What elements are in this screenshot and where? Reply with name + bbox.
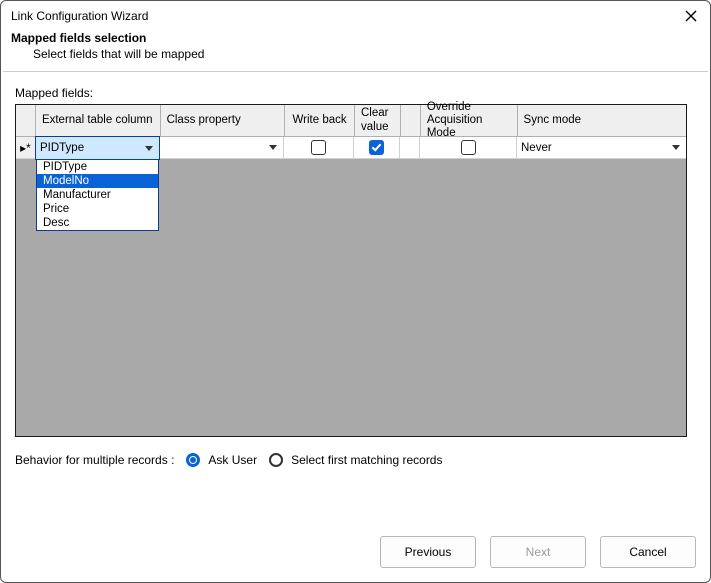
override-acquisition-checkbox[interactable]	[461, 140, 476, 155]
previous-button[interactable]: Previous	[380, 536, 476, 568]
column-clear-value[interactable]: Clear value	[355, 105, 401, 137]
dropdown-option-pidtype[interactable]: PIDType	[37, 160, 158, 174]
clear-value-checkbox[interactable]	[369, 140, 384, 155]
radio-select-first-label[interactable]: Select first matching records	[291, 453, 442, 467]
external-column-value: PIDType	[40, 142, 84, 154]
column-write-back[interactable]: Write back	[285, 105, 355, 137]
cell-clear-value[interactable]	[354, 137, 400, 159]
cell-sync-mode[interactable]: Never	[517, 137, 686, 159]
grid-header-row: External table column Class property Wri…	[16, 105, 686, 137]
cell-external-column[interactable]: PIDType	[35, 136, 160, 160]
wizard-header: Mapped fields selection Select fields th…	[1, 29, 710, 71]
column-external-table[interactable]: External table column	[36, 105, 161, 137]
radio-ask-user[interactable]	[186, 453, 200, 467]
dropdown-option-modelno[interactable]: ModelNo	[37, 174, 158, 188]
external-column-select[interactable]: PIDType	[40, 137, 155, 159]
cell-spacer	[400, 137, 420, 159]
sync-mode-value: Never	[521, 142, 552, 154]
dropdown-option-price[interactable]: Price	[37, 202, 158, 216]
wizard-buttons: Previous Next Cancel	[380, 536, 696, 568]
external-column-dropdown[interactable]: PIDType ModelNo Manufacturer Price Desc	[36, 159, 159, 231]
column-spacer	[401, 105, 421, 137]
column-class-property[interactable]: Class property	[161, 105, 286, 137]
column-sync-mode[interactable]: Sync mode	[518, 105, 686, 137]
close-icon	[685, 10, 697, 22]
cancel-button[interactable]: Cancel	[600, 536, 696, 568]
chevron-down-icon	[269, 145, 277, 150]
write-back-checkbox[interactable]	[311, 140, 326, 155]
column-override-acquisition[interactable]: Override Acquisition Mode	[421, 105, 518, 137]
cell-write-back[interactable]	[284, 137, 354, 159]
mapped-fields-grid: External table column Class property Wri…	[15, 104, 687, 437]
titlebar: Link Configuration Wizard	[1, 1, 710, 29]
dialog-title: Link Configuration Wizard	[11, 9, 148, 23]
cell-class-property[interactable]	[159, 137, 284, 159]
table-row: ▸* PIDType	[16, 137, 686, 159]
dropdown-option-desc[interactable]: Desc	[37, 216, 158, 230]
dropdown-option-manufacturer[interactable]: Manufacturer	[37, 188, 158, 202]
chevron-down-icon	[145, 146, 153, 151]
content-area: Mapped fields: External table column Cla…	[1, 72, 710, 437]
column-rowheader	[16, 105, 36, 137]
dialog-window: Link Configuration Wizard Mapped fields …	[0, 0, 711, 583]
sync-mode-select[interactable]: Never	[521, 137, 682, 158]
radio-ask-user-label[interactable]: Ask User	[208, 453, 257, 467]
next-button[interactable]: Next	[490, 536, 586, 568]
wizard-step-subtitle: Select fields that will be mapped	[11, 47, 700, 61]
class-property-select[interactable]	[163, 137, 279, 158]
behavior-label: Behavior for multiple records :	[15, 453, 174, 467]
chevron-down-icon	[672, 145, 680, 150]
cell-override-acquisition[interactable]	[420, 137, 517, 159]
row-indicator: ▸*	[16, 137, 36, 159]
behavior-row: Behavior for multiple records : Ask User…	[1, 437, 710, 467]
close-button[interactable]	[682, 7, 700, 25]
mapped-fields-label: Mapped fields:	[15, 86, 696, 100]
radio-select-first[interactable]	[269, 453, 283, 467]
wizard-step-title: Mapped fields selection	[11, 31, 700, 45]
